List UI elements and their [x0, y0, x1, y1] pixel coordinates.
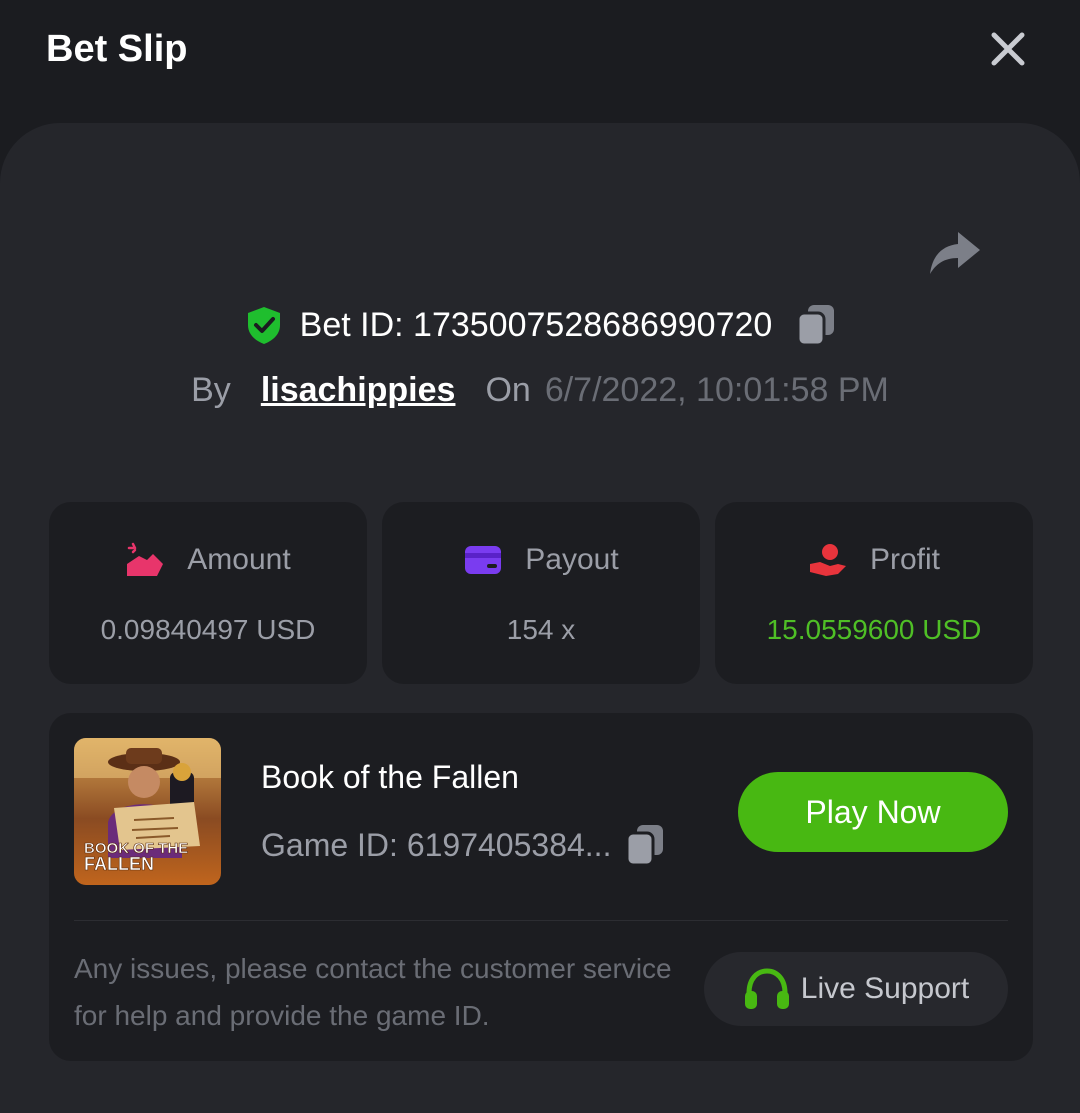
amount-value: 0.09840497 USD [100, 614, 316, 645]
on-label: On [485, 370, 531, 409]
help-text: Any issues, please contact the customer … [74, 953, 672, 1031]
profit-value: 15.0559600 USD [766, 614, 982, 645]
username-link[interactable]: lisachippies [261, 371, 456, 410]
game-card: BOOK OF THE FALLEN Book of the Fallen Ga… [49, 713, 1033, 1061]
live-support-label: Live Support [800, 972, 970, 1005]
thumb-title-line2: FALLEN [84, 854, 154, 874]
hand-coin-icon [809, 544, 846, 576]
shield-check-icon [247, 307, 280, 344]
copy-bet-id-icon[interactable] [796, 303, 836, 347]
share-button[interactable] [926, 228, 984, 278]
bet-datetime: 6/7/2022, 10:01:58 PM [544, 370, 889, 409]
profit-stat: Profit 15.0559600 USD [715, 502, 1033, 684]
profit-label: Profit [869, 543, 941, 576]
live-support-button[interactable]: Live Support [704, 952, 1008, 1026]
amount-label: Amount [187, 543, 291, 576]
game-id-row: Game ID: 6197405384... [261, 823, 665, 867]
share-icon [930, 232, 980, 274]
amount-stat: Amount 0.09840497 USD [49, 502, 367, 684]
amount-icon [127, 542, 164, 576]
game-id: Game ID: 6197405384... [261, 826, 612, 863]
payout-label: Payout [525, 543, 619, 576]
play-now-button[interactable]: Play Now [738, 772, 1008, 852]
game-art: BOOK OF THE FALLEN [74, 738, 221, 885]
header: Bet Slip [0, 0, 1080, 110]
divider [74, 920, 1008, 921]
card-icon [465, 546, 502, 574]
close-icon [991, 32, 1025, 66]
headset-icon [744, 968, 789, 1009]
page-title: Bet Slip [46, 28, 188, 70]
game-thumbnail[interactable]: BOOK OF THE FALLEN [74, 738, 221, 885]
copy-game-id-icon[interactable] [625, 823, 665, 867]
payout-stat: Payout 154 x [382, 502, 700, 684]
bet-meta-row: By lisachippies On 6/7/2022, 10:01:58 PM [0, 366, 1080, 414]
bet-id: Bet ID: 1735007528686990720 [299, 305, 773, 344]
game-name: Book of the Fallen [261, 759, 519, 795]
bet-id-row: Bet ID: 1735007528686990720 [0, 300, 1080, 350]
close-button[interactable] [986, 27, 1030, 71]
payout-value: 154 x [506, 614, 576, 645]
by-label: By [191, 370, 231, 409]
